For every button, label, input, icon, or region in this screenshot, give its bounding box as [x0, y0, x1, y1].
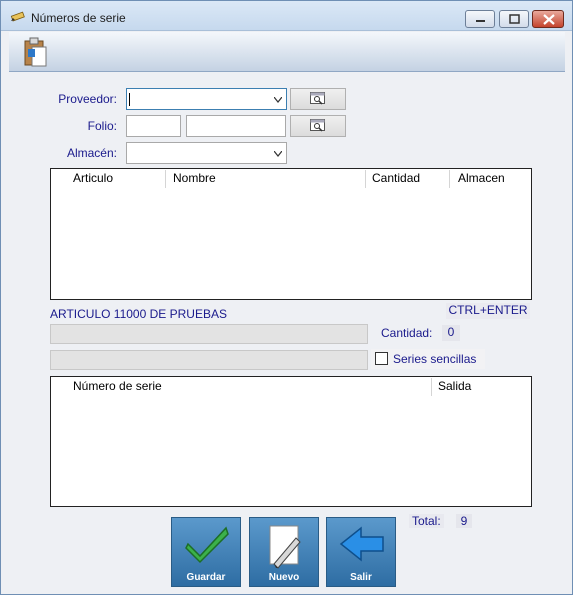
cantidad-label: Cantidad: [381, 326, 433, 340]
column-divider [165, 170, 166, 188]
folio-lookup-button[interactable] [290, 115, 346, 137]
article-description-field [50, 324, 368, 344]
shortcut-hint: CTRL+ENTER [446, 303, 530, 319]
nuevo-label: Nuevo [268, 572, 300, 583]
almacen-combobox[interactable] [126, 142, 287, 164]
column-salida[interactable]: Salida [438, 379, 471, 393]
column-articulo[interactable]: Articulo [73, 171, 113, 185]
proveedor-combobox[interactable] [126, 88, 287, 110]
nuevo-button[interactable]: Nuevo [249, 517, 319, 587]
column-cantidad[interactable]: Cantidad [372, 171, 420, 185]
clipboard-icon[interactable] [21, 37, 49, 69]
folio-label: Folio: [87, 119, 117, 133]
column-divider [431, 378, 432, 396]
salir-label: Salir [350, 572, 372, 583]
serials-grid[interactable]: Número de serie Salida [50, 376, 532, 507]
search-window-icon [310, 92, 325, 105]
column-divider [449, 170, 450, 188]
articles-grid[interactable]: Articulo Nombre Cantidad Almacen [50, 168, 532, 300]
guardar-label: Guardar [186, 572, 226, 583]
series-sencillas-toggle[interactable]: Series sencillas [371, 349, 485, 369]
text-caret [129, 93, 130, 106]
cantidad-value: 0 [442, 325, 460, 341]
total-label: Total: [409, 514, 444, 528]
maximize-icon [509, 14, 520, 24]
articles-grid-header: Articulo Nombre Cantidad Almacen [51, 169, 531, 189]
almacen-label: Almacén: [66, 146, 117, 160]
total-value: 9 [456, 514, 472, 528]
pencil-icon [10, 11, 25, 22]
close-button[interactable] [532, 10, 564, 28]
folio-number-input[interactable] [186, 115, 286, 137]
minimize-button[interactable] [465, 10, 495, 28]
back-arrow-icon [339, 526, 384, 562]
guardar-button[interactable]: Guardar [171, 517, 241, 587]
window-title: Números de serie [31, 11, 126, 25]
column-nombre[interactable]: Nombre [173, 171, 216, 185]
maximize-button[interactable] [499, 10, 529, 28]
chevron-down-icon [274, 97, 282, 103]
column-almacen[interactable]: Almacen [458, 171, 505, 185]
salir-button[interactable]: Salir [326, 517, 396, 587]
checkmark-icon [185, 526, 229, 564]
folio-series-input[interactable] [126, 115, 181, 137]
serial-entry-field[interactable] [50, 350, 368, 370]
chevron-down-icon [274, 151, 282, 157]
article-title: ARTICULO 11000 DE PRUEBAS [50, 307, 227, 321]
document-pen-icon [269, 525, 301, 569]
search-window-icon [310, 119, 325, 132]
series-window: Números de serie Proveedor: Folio: Almac… [0, 0, 573, 595]
proveedor-lookup-button[interactable] [290, 88, 346, 110]
minimize-icon [476, 20, 485, 22]
column-numero-serie[interactable]: Número de serie [73, 379, 162, 393]
column-divider [365, 170, 366, 188]
close-icon [543, 14, 555, 25]
series-sencillas-checkbox[interactable] [375, 352, 388, 365]
serials-grid-header: Número de serie Salida [51, 377, 531, 397]
proveedor-label: Proveedor: [58, 92, 117, 106]
toolbar [9, 32, 565, 72]
series-sencillas-label: Series sencillas [393, 352, 477, 366]
title-bar: Números de serie [1, 1, 572, 31]
